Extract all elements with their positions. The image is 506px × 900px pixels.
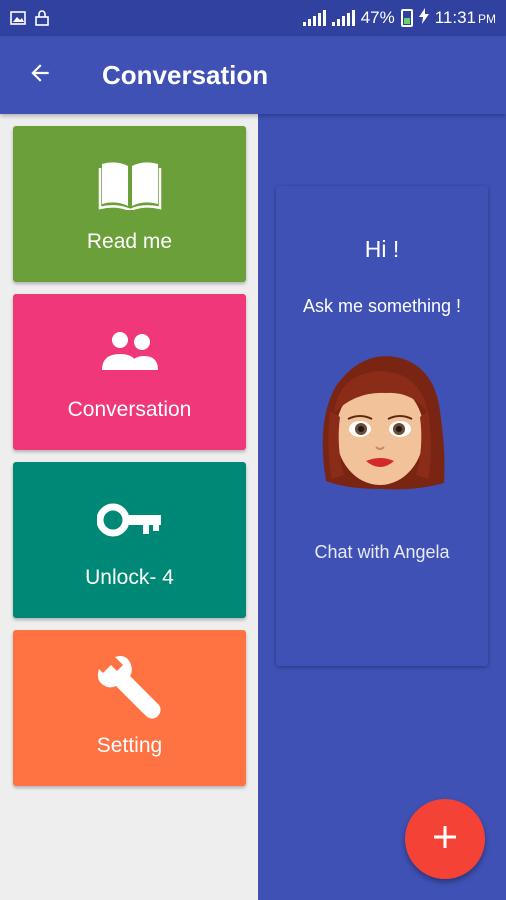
people-icon [100,324,160,380]
lock-icon [34,10,50,26]
key-icon [96,492,163,548]
signal-icon [302,10,326,26]
unlock-tile[interactable]: Unlock- 4 [13,462,246,618]
prompt-text: Ask me something ! [302,296,462,316]
status-bar: 47% 11:31 PM [0,0,506,36]
woman-face-icon[interactable] [316,351,448,491]
book-icon [98,156,162,212]
conversation-tile[interactable]: Conversation [13,294,246,450]
read-me-tile[interactable]: Read me [13,126,246,282]
signal-icon [331,10,355,26]
app-bar: Conversation [0,36,506,114]
battery-icon [400,9,413,27]
add-button[interactable] [405,799,485,879]
menu-panel: Read me Conversation Unlock- 4 Setting [0,114,258,900]
arrow-left-icon [27,60,53,91]
greeting-text: Hi ! [364,236,400,262]
charging-icon [418,7,429,29]
chat-with-angela-link[interactable]: Chat with Angela [276,542,488,563]
setting-tile[interactable]: Setting [13,630,246,786]
page-title: Conversation [102,59,269,90]
clock: 11:31 PM [434,8,496,27]
battery-percent: 47% [360,8,395,27]
tile-label: Unlock- 4 [85,566,174,589]
tile-label: Setting [96,734,163,757]
chat-card[interactable]: Hi ! Ask me something ! Chat with Angela [276,186,488,666]
back-button[interactable] [0,36,80,114]
tile-label: Read me [86,230,173,253]
wrench-icon [97,656,163,719]
plus-icon [432,824,458,855]
image-icon [10,10,26,26]
tile-label: Conversation [67,398,192,421]
